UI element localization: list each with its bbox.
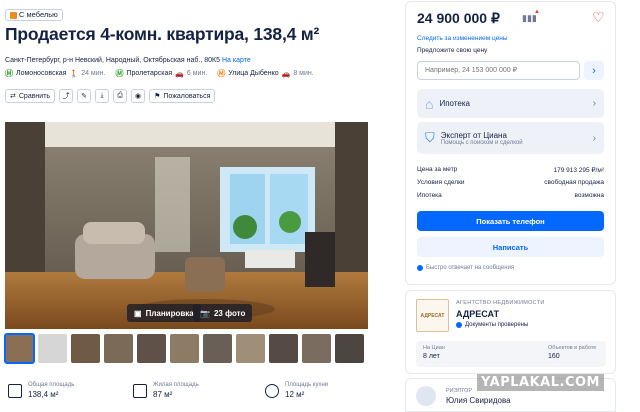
download-icon: ⤓ bbox=[100, 92, 104, 99]
stat-kitchen-area: Площадь кухни 12 м² bbox=[265, 382, 328, 399]
share-button[interactable]: ⤴ bbox=[59, 89, 74, 103]
page-title: Продается 4-комн. квартира, 138,4 м² bbox=[5, 24, 320, 44]
thumbnail[interactable] bbox=[203, 334, 232, 363]
on-cian-label: На Циан bbox=[423, 345, 445, 351]
furniture-tag: С мебелью bbox=[5, 9, 63, 21]
thumbnail[interactable] bbox=[104, 334, 133, 363]
verified-badge: Документы проверены bbox=[456, 322, 528, 328]
detail-row: Цена за метр 179 913 295 ₽/м² bbox=[417, 166, 604, 174]
offer-label: Предложите свою цену bbox=[417, 47, 488, 54]
walk-icon: 🚶 bbox=[69, 70, 79, 78]
compare-icon: ⇄ bbox=[10, 93, 16, 100]
detail-row: Ипотека возможна bbox=[417, 192, 604, 199]
agency-logo[interactable]: АДРЕСАТ bbox=[416, 299, 449, 332]
hide-button[interactable]: ◉ bbox=[131, 89, 146, 103]
toolbar: ⇄ Сравнить ⤴ ✎ ⤓ ⎙ ◉ ⚑ Пожаловаться bbox=[5, 89, 216, 103]
thumbnail[interactable] bbox=[38, 334, 67, 363]
show-phone-button[interactable]: Показать телефон bbox=[417, 211, 604, 231]
camera-icon: 📷 bbox=[200, 308, 210, 318]
photo-count-button[interactable]: 📷 23 фото bbox=[193, 304, 253, 322]
chevron-right-icon: › bbox=[592, 98, 596, 109]
print-icon: ⎙ bbox=[117, 92, 123, 99]
check-icon bbox=[10, 11, 17, 19]
metro-icon: Ⓜ bbox=[5, 69, 13, 78]
area-icon bbox=[8, 384, 22, 398]
print-button[interactable]: ⎙ bbox=[113, 89, 128, 103]
share-icon: ⤴ bbox=[62, 93, 70, 100]
thumbnail[interactable] bbox=[71, 334, 100, 363]
metro-station[interactable]: Ⓜ Улица Дыбенко 🚗 8 мин. bbox=[217, 68, 313, 79]
realtor-name[interactable]: Юлия Свиридова bbox=[446, 396, 511, 405]
layout-icon: ▣ bbox=[134, 308, 142, 318]
car-icon: 🚗 bbox=[281, 70, 291, 78]
realtor-label: РИЭЛТОР bbox=[446, 388, 473, 394]
price-change-icon: ▲ bbox=[534, 9, 540, 15]
chevron-right-icon: › bbox=[592, 64, 596, 77]
fast-reply-note: Быстро отвечает на сообщения bbox=[417, 265, 514, 271]
watermark: YAPLAKAL.COM bbox=[477, 374, 604, 391]
metro-station[interactable]: Ⓜ Пролетарская 🚗 6 мин. bbox=[115, 68, 207, 79]
thumbnail[interactable] bbox=[236, 334, 265, 363]
address: Санкт-Петербург, р-н Невский, Народный, … bbox=[5, 57, 251, 64]
mortgage-row[interactable]: ⌂ Ипотека › bbox=[417, 89, 604, 118]
kitchen-icon bbox=[265, 384, 279, 398]
living-area-icon bbox=[133, 384, 147, 398]
thumbnail[interactable] bbox=[335, 334, 364, 363]
offer-input[interactable] bbox=[417, 61, 580, 80]
car-icon: 🚗 bbox=[175, 70, 184, 78]
flag-icon: ⚑ bbox=[154, 93, 161, 100]
metro-icon: Ⓜ bbox=[217, 69, 226, 78]
metro-icon: Ⓜ bbox=[115, 69, 124, 78]
avatar[interactable] bbox=[416, 386, 436, 406]
shield-icon: ⛉ bbox=[425, 130, 435, 145]
pencil-icon: ✎ bbox=[81, 93, 88, 100]
follow-price-link[interactable]: Следить за изменением цены bbox=[417, 35, 508, 42]
agency-name[interactable]: АДРЕСАТ bbox=[456, 309, 499, 319]
price: 24 900 000 ₽ bbox=[417, 10, 500, 26]
thumbnail[interactable] bbox=[302, 334, 331, 363]
metro-station[interactable]: Ⓜ Ломоносовская 🚶 24 мин. bbox=[5, 68, 105, 79]
metro-list: Ⓜ Ломоносовская 🚶 24 мин. Ⓜ Пролетарская 🚗 6 м… bbox=[5, 68, 314, 79]
chevron-right-icon: › bbox=[592, 132, 596, 144]
on-map-link[interactable]: На карте bbox=[222, 57, 251, 64]
room-photo bbox=[5, 122, 368, 329]
objects-value: 160 bbox=[548, 353, 560, 360]
main-photo[interactable] bbox=[5, 122, 368, 329]
complain-button[interactable]: ⚑ Пожаловаться bbox=[149, 89, 216, 103]
thumbnail[interactable] bbox=[137, 334, 166, 363]
stat-living-area: Жилая площадь 87 м² bbox=[133, 382, 199, 399]
thumbnail[interactable] bbox=[269, 334, 298, 363]
thumbnail[interactable] bbox=[4, 333, 35, 364]
lightning-icon bbox=[417, 265, 423, 271]
write-button[interactable]: Написать bbox=[417, 237, 604, 257]
favorite-icon[interactable]: ♡ bbox=[592, 9, 605, 26]
on-cian-value: 8 лет bbox=[423, 353, 440, 360]
agency-label: АГЕНТСТВО НЕДВИЖИМОСТИ bbox=[456, 300, 545, 306]
compare-button[interactable]: ⇄ Сравнить bbox=[5, 89, 56, 103]
thumbnail[interactable] bbox=[170, 334, 199, 363]
layout-button[interactable]: ▣ Планировка bbox=[127, 304, 201, 322]
eye-off-icon: ◉ bbox=[135, 93, 142, 100]
house-icon: ⌂ bbox=[425, 95, 434, 112]
stat-total-area: Общая площадь 138,4 м² bbox=[8, 382, 74, 399]
thumbnail-strip bbox=[4, 333, 364, 364]
expert-row[interactable]: ⛉ Эксперт от Циана Помощь с поиском и сдел… bbox=[417, 122, 604, 154]
edit-button[interactable]: ✎ bbox=[77, 89, 92, 103]
objects-label: Объектов в работе bbox=[548, 345, 597, 351]
detail-row: Условия сделки свободная продажа bbox=[417, 179, 604, 186]
download-button[interactable]: ⤓ bbox=[95, 89, 110, 103]
offer-submit-button[interactable]: › bbox=[584, 61, 604, 80]
check-icon bbox=[456, 322, 462, 328]
